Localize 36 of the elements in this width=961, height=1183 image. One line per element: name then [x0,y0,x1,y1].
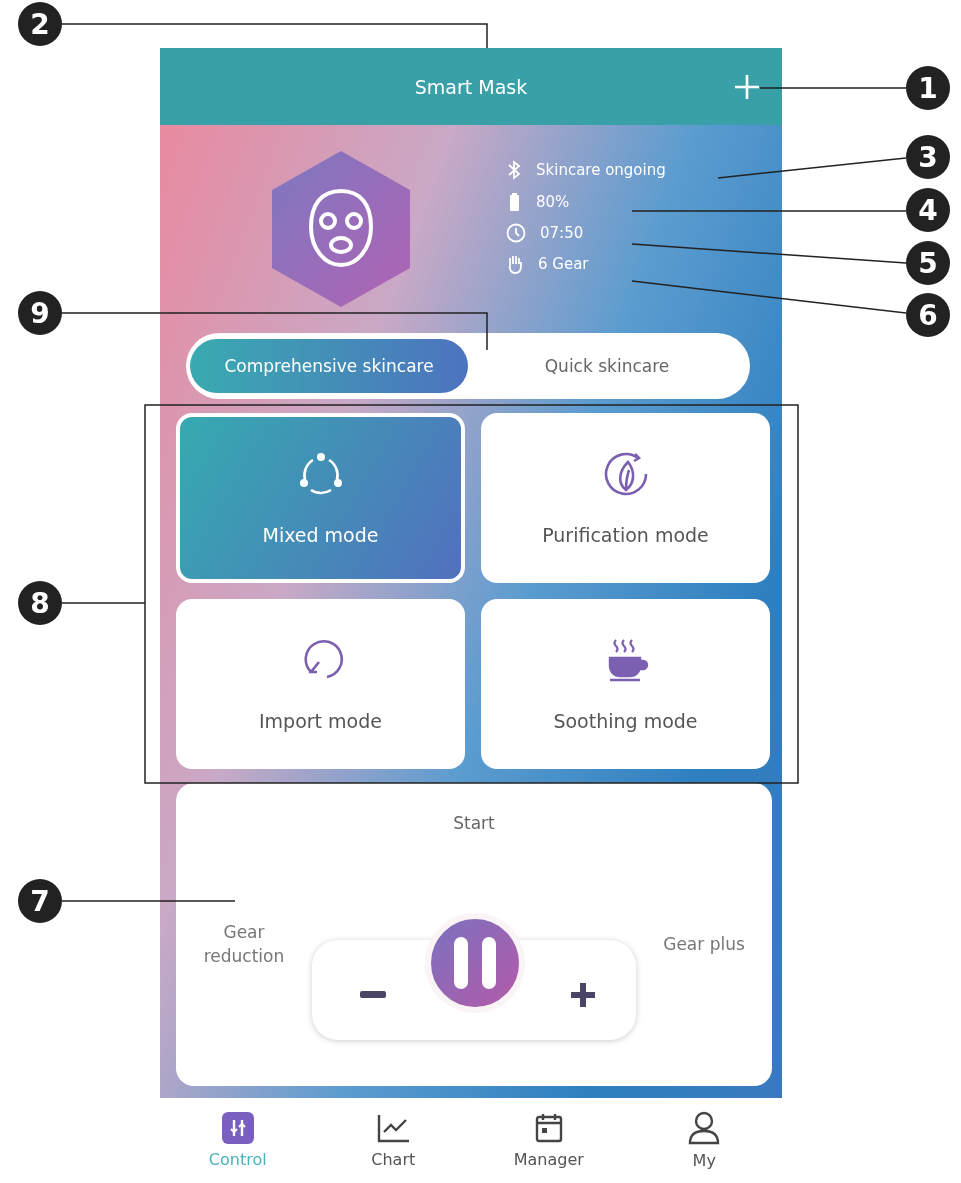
sliders-icon [221,1112,254,1144]
callout-number: 4 [906,188,950,232]
nav-tab[interactable]: My [626,1098,782,1183]
status-text: 80% [536,193,570,211]
status-text: 6 Gear [538,255,589,273]
callout-number: 1 [906,66,950,110]
app-title: Smart Mask [414,75,528,98]
clock-icon [506,223,526,243]
status-text: 07:50 [540,224,584,242]
callout-number: 9 [18,291,62,335]
hand-icon [506,253,524,275]
bluetooth-icon [506,159,522,181]
mask-hexagon-icon [272,151,410,307]
callout-number: 2 [18,2,62,46]
gear-reduction-label: Gear reduction [202,920,286,968]
minus-button[interactable] [360,991,386,999]
skincare-tab[interactable]: Comprehensive skincare [190,339,468,393]
callout-number: 8 [18,581,62,625]
callout-number: 5 [906,241,950,285]
callout-number: 6 [906,293,950,337]
skincare-tab[interactable]: Quick skincare [468,339,746,393]
gear-plus-label: Gear plus [662,932,746,956]
plus-button[interactable] [570,982,596,1008]
calendar-icon [533,1112,564,1144]
nav-tab[interactable]: Chart [315,1098,471,1183]
mode-card[interactable]: Mixed mode [176,413,465,583]
mode-card[interactable]: Import mode [176,599,465,769]
status-text: Skincare ongoing [536,161,666,179]
mode-card[interactable]: Soothing mode [481,599,770,769]
start-label: Start [452,813,496,833]
callout-number: 7 [18,879,62,923]
callout-number: 3 [906,135,950,179]
line-chart-icon [376,1112,411,1144]
nav-tab[interactable]: Manager [471,1098,627,1183]
mode-card[interactable]: Purification mode [481,413,770,583]
add-button[interactable] [734,74,760,100]
